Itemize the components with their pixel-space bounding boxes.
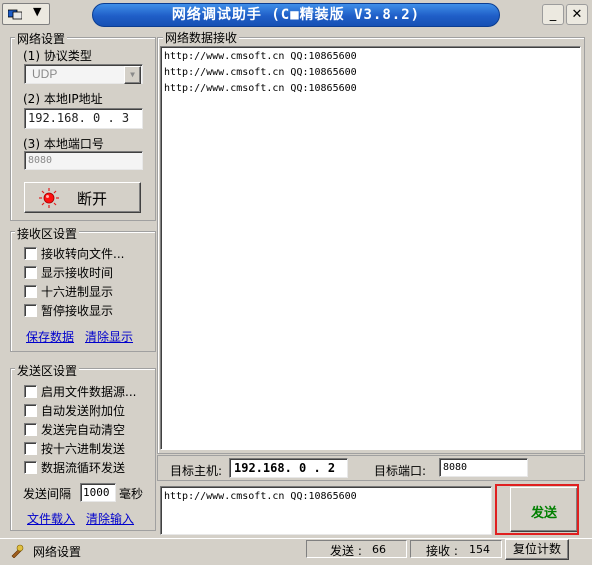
receive-panel-title: 网络数据接收 <box>163 29 240 46</box>
receive-line: http://www.cmsoft.cn QQ:10865600 <box>164 51 357 62</box>
load-file-link[interactable]: 文件载入 <box>27 510 75 527</box>
app-icon <box>8 9 22 20</box>
pause-display-label: 暂停接收显示 <box>41 304 114 318</box>
recv-option-checkbox[interactable] <box>24 285 37 298</box>
close-button[interactable]: ✕ <box>566 4 588 25</box>
send-option-checkbox[interactable] <box>24 385 37 398</box>
recv-option-checkbox[interactable] <box>24 266 37 279</box>
save-data-link[interactable]: 保存数据 <box>26 328 74 345</box>
hex-display-label: 十六进制显示 <box>41 285 114 299</box>
connection-status-icon <box>39 188 59 208</box>
reset-count-button[interactable]: 复位计数 <box>505 539 569 560</box>
send-interval-label: 发送间隔 <box>23 487 72 501</box>
protocol-value: UDP <box>32 67 58 81</box>
receive-line: http://www.cmsoft.cn QQ:10865600 <box>164 83 357 94</box>
local-ip-label: (2) 本地IP地址 <box>23 92 103 106</box>
status-bar <box>0 538 592 565</box>
target-port-label: 目标端口: <box>374 464 427 478</box>
send-option-checkbox[interactable] <box>24 461 37 474</box>
recv-option-checkbox[interactable] <box>24 304 37 317</box>
send-option-checkbox[interactable] <box>24 442 37 455</box>
send-option-checkbox[interactable] <box>24 423 37 436</box>
clear-input-link[interactable]: 清除输入 <box>86 510 134 527</box>
minimize-button[interactable]: _ <box>542 4 564 25</box>
clear-display-link[interactable]: 清除显示 <box>85 328 133 345</box>
disconnect-label: 断开 <box>77 190 108 208</box>
settings-icon <box>11 544 24 558</box>
loop-send-label: 数据流循环发送 <box>41 461 126 475</box>
send-button-highlight <box>495 484 579 535</box>
auto-clear-label: 发送完自动清空 <box>41 423 126 437</box>
target-port-field[interactable]: 8080 <box>439 458 528 477</box>
hex-send-label: 按十六进制发送 <box>41 442 126 456</box>
file-source-label: 启用文件数据源... <box>41 385 137 399</box>
show-recv-time-label: 显示接收时间 <box>41 266 114 280</box>
local-port-field[interactable]: 8080 <box>24 151 143 170</box>
auto-append-label: 自动发送附加位 <box>41 404 126 418</box>
receive-line: http://www.cmsoft.cn QQ:10865600 <box>164 67 357 78</box>
chevron-down-icon: ▼ <box>33 5 42 18</box>
recv-to-file-label: 接收转向文件... <box>41 247 125 261</box>
recv-count-value: 154 <box>469 543 490 556</box>
window-title: 网络调试助手 (C■精装版 V3.8.2) <box>171 7 421 23</box>
send-count-value: 66 <box>372 543 386 556</box>
local-port-label: (3) 本地端口号 <box>23 137 104 151</box>
recv-count-label: 接收 : <box>426 544 458 558</box>
local-ip-field[interactable]: 192.168. 0 . 3 <box>24 108 143 129</box>
interval-unit-label: 毫秒 <box>119 487 144 501</box>
target-host-label: 目标主机: <box>170 464 223 478</box>
send-settings-title: 发送区设置 <box>15 362 80 379</box>
chevron-down-icon[interactable]: ▼ <box>124 66 141 84</box>
protocol-select[interactable]: UDP ▼ <box>24 64 143 84</box>
recv-option-checkbox[interactable] <box>24 247 37 260</box>
disconnect-button[interactable]: 断开 <box>24 182 141 213</box>
receive-text-area[interactable]: http://www.cmsoft.cn QQ:10865600 http://… <box>160 46 581 450</box>
send-text-area[interactable]: http://www.cmsoft.cn QQ:10865600 <box>160 486 492 535</box>
system-menu-button[interactable]: ▼ <box>2 3 50 25</box>
receive-settings-title: 接收区设置 <box>15 225 80 242</box>
protocol-label: (1) 协议类型 <box>23 49 92 63</box>
target-host-field[interactable]: 192.168. 0 . 2 <box>229 458 348 478</box>
status-text: 网络设置 <box>33 545 82 559</box>
send-count-label: 发送 : <box>330 544 362 558</box>
network-settings-title: 网络设置 <box>15 30 68 47</box>
send-option-checkbox[interactable] <box>24 404 37 417</box>
send-interval-field[interactable]: 1000 <box>80 483 116 502</box>
